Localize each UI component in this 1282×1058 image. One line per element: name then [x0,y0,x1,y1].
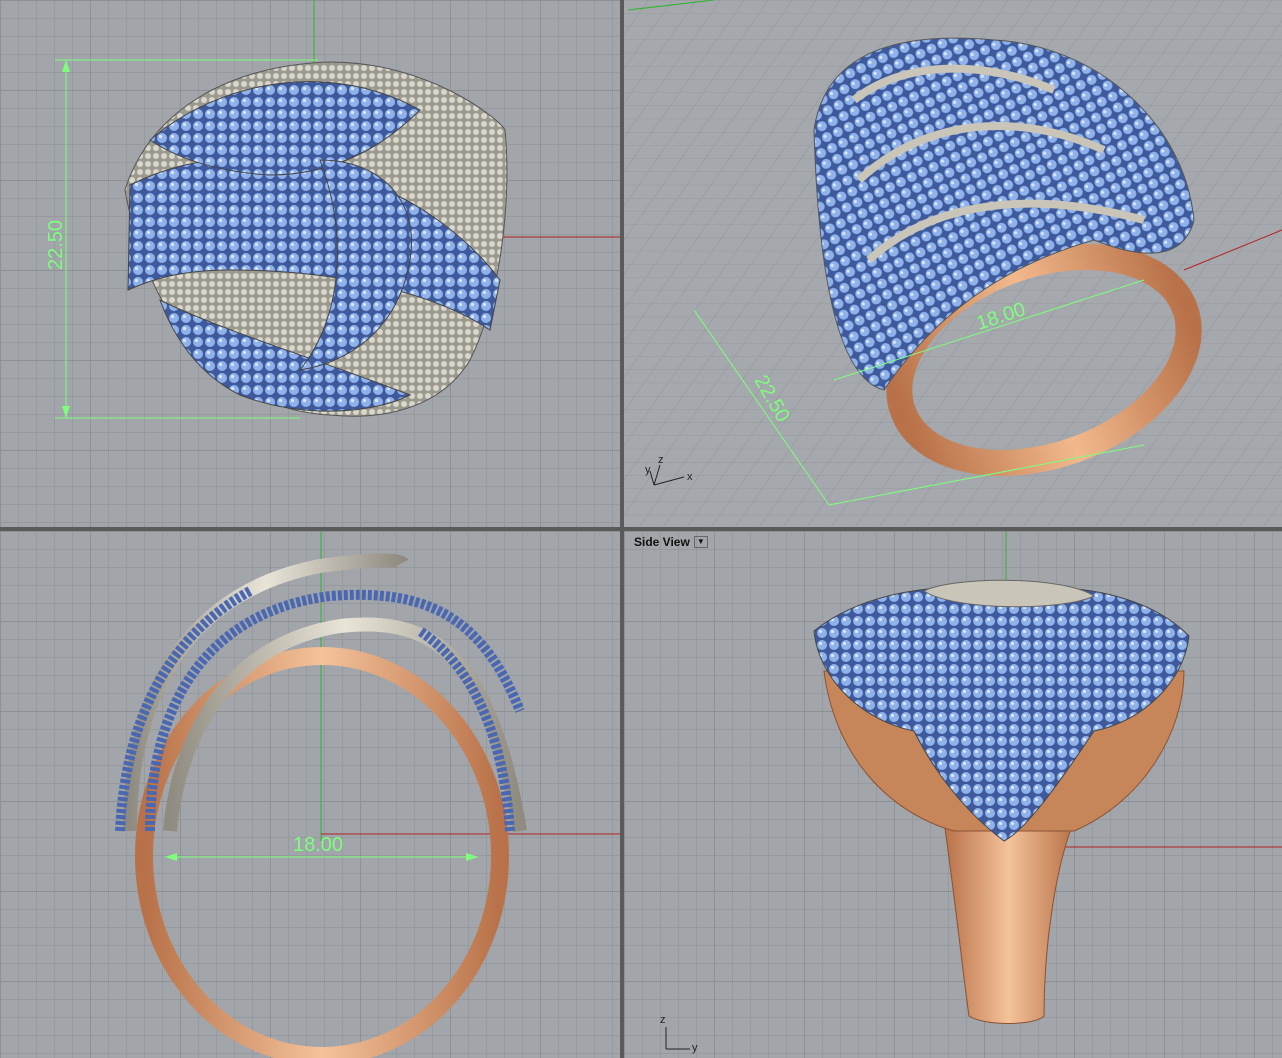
perspective-scene: 18.00 22.50 x z y [624,0,1282,527]
gizmo-y-label: y [645,464,651,476]
side-viewport[interactable]: Side View ▼ z y [624,531,1282,1058]
gizmo-y-label: y [692,1042,698,1054]
perspective-viewport[interactable]: 18.00 22.50 x z y [624,0,1282,527]
gizmo-z-label: z [660,1014,666,1026]
front-viewport[interactable]: 18.00 [0,531,620,1058]
axis-gizmo-side: z y [660,1014,698,1054]
diameter-dimension-label-front: 18.00 [293,834,343,856]
front-view-scene: 18.00 [115,531,620,1058]
ring-shank-side [943,820,1075,1024]
gizmo-z-label: z [658,454,664,466]
height-dimension-label: 22.50 [45,220,67,270]
top-view-scene: 22.50 [45,0,620,419]
viewport-divider-horizontal[interactable] [0,527,1282,531]
ring-flower-top [813,586,1190,842]
gizmo-x-label: x [687,471,693,483]
side-view-scene: z y [660,531,1282,1054]
top-viewport[interactable]: 22.50 [0,0,620,527]
